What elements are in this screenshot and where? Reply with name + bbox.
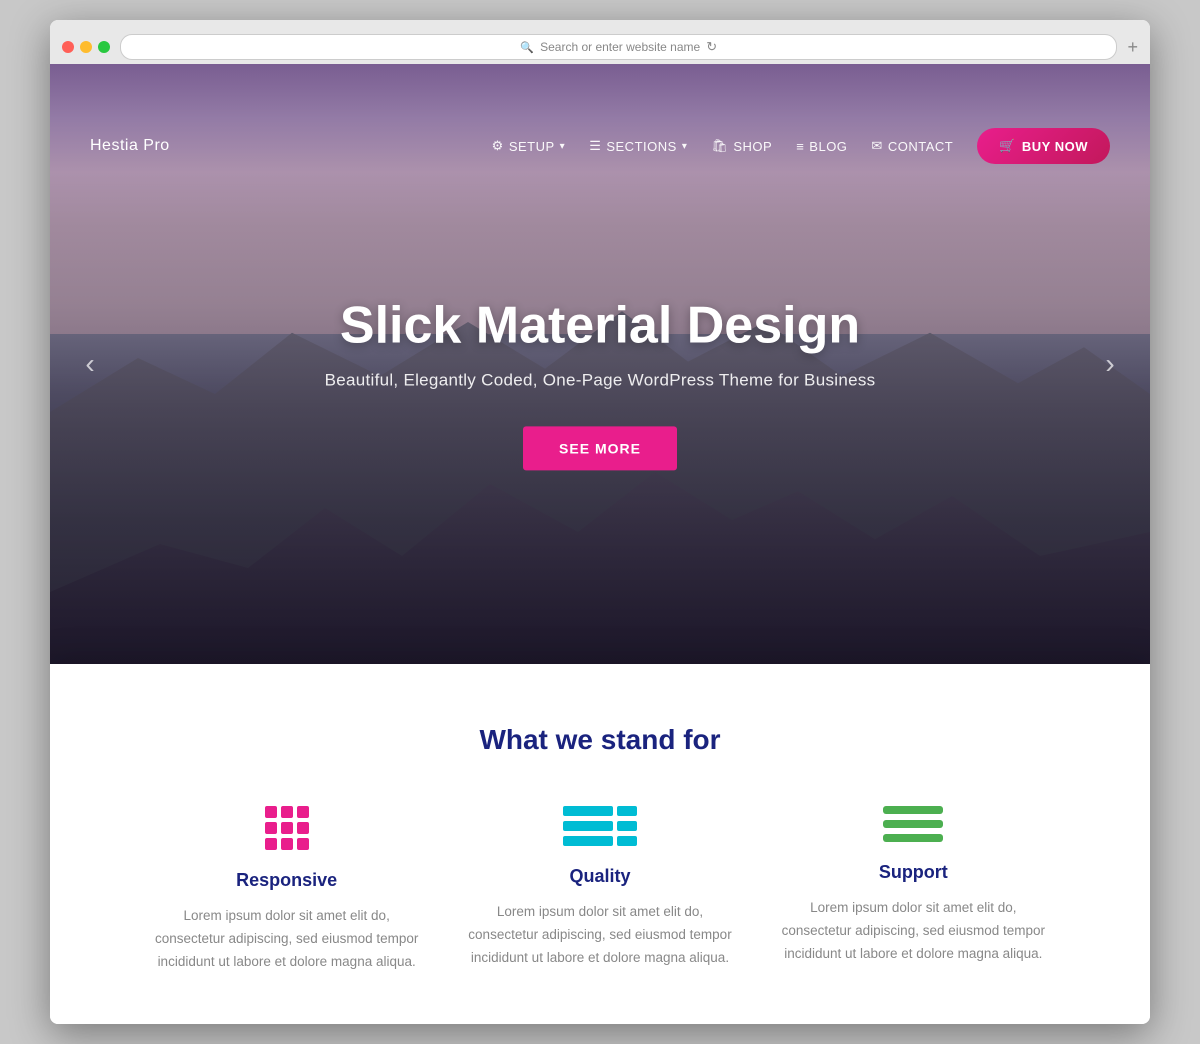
navbar: Hestia Pro ⚙ SETUP ▾ ☰ SECTIONS ▾ 🛍 SHOP — [50, 108, 1150, 184]
buy-now-button[interactable]: 🛒 BUY NOW — [977, 128, 1110, 164]
blog-icon: ≡ — [796, 139, 804, 154]
hero-subtitle: Beautiful, Elegantly Coded, One-Page Wor… — [160, 371, 1040, 391]
lines-icon — [883, 806, 943, 842]
grid-icon — [265, 806, 309, 850]
browser-dots — [62, 41, 110, 53]
buy-now-label: BUY NOW — [1022, 139, 1088, 154]
features-title: What we stand for — [90, 724, 1110, 756]
feature-name-quality: Quality — [463, 866, 736, 887]
sections-icon: ☰ — [589, 138, 601, 154]
nav-label-sections: SECTIONS — [606, 139, 676, 154]
browser-chrome: 🔍 Search or enter website name ↻ + — [50, 20, 1150, 64]
feature-desc-quality: Lorem ipsum dolor sit amet elit do, cons… — [463, 901, 736, 970]
minimize-dot[interactable] — [80, 41, 92, 53]
close-dot[interactable] — [62, 41, 74, 53]
website-content: Hestia Pro ⚙ SETUP ▾ ☰ SECTIONS ▾ 🛍 SHOP — [50, 64, 1150, 1024]
address-bar[interactable]: 🔍 Search or enter website name ↻ — [120, 34, 1117, 60]
quality-icon — [463, 806, 736, 846]
nav-label-contact: CONTACT — [888, 139, 953, 154]
search-icon: 🔍 — [520, 41, 534, 54]
features-section: What we stand for — [50, 664, 1150, 1024]
feature-desc-support: Lorem ipsum dolor sit amet elit do, cons… — [777, 897, 1050, 966]
hero-content: Slick Material Design Beautiful, Elegant… — [160, 297, 1040, 470]
nav-item-setup[interactable]: ⚙ SETUP ▾ — [492, 138, 566, 154]
feature-desc-responsive: Lorem ipsum dolor sit amet elit do, cons… — [150, 905, 423, 974]
url-text: Search or enter website name — [540, 40, 700, 54]
nav-label-blog: BLOG — [809, 139, 847, 154]
new-tab-button[interactable]: + — [1127, 37, 1138, 58]
nav-item-sections[interactable]: ☰ SECTIONS ▾ — [589, 138, 687, 154]
chevron-down-icon: ▾ — [560, 141, 566, 152]
feature-responsive: Responsive Lorem ipsum dolor sit amet el… — [150, 806, 423, 974]
see-more-button[interactable]: SEE MORE — [523, 427, 677, 471]
browser-window: 🔍 Search or enter website name ↻ + Hesti… — [50, 20, 1150, 1024]
cart-icon: 🛒 — [999, 138, 1016, 154]
brand-logo[interactable]: Hestia Pro — [90, 137, 170, 155]
nav-item-contact[interactable]: ✉ CONTACT — [871, 138, 953, 154]
maximize-dot[interactable] — [98, 41, 110, 53]
refresh-icon[interactable]: ↻ — [706, 39, 717, 55]
setup-icon: ⚙ — [492, 138, 504, 154]
contact-icon: ✉ — [871, 138, 882, 154]
shop-icon: 🛍 — [711, 138, 728, 154]
nav-item-blog[interactable]: ≡ BLOG — [796, 139, 847, 154]
feature-name-responsive: Responsive — [150, 870, 423, 891]
prev-slide-button[interactable]: ‹ — [70, 344, 110, 384]
nav-label-setup: SETUP — [509, 139, 555, 154]
features-grid: Responsive Lorem ipsum dolor sit amet el… — [150, 806, 1050, 974]
chevron-down-icon-2: ▾ — [682, 141, 688, 152]
nav-links: ⚙ SETUP ▾ ☰ SECTIONS ▾ 🛍 SHOP ≡ BLOG — [492, 128, 1110, 164]
nav-item-shop[interactable]: 🛍 SHOP — [711, 138, 772, 154]
nav-label-shop: SHOP — [733, 139, 772, 154]
feature-name-support: Support — [777, 862, 1050, 883]
next-slide-button[interactable]: › — [1090, 344, 1130, 384]
hero-title: Slick Material Design — [160, 297, 1040, 354]
table-icon — [563, 806, 637, 846]
responsive-icon — [150, 806, 423, 850]
support-icon — [777, 806, 1050, 842]
feature-quality: Quality Lorem ipsum dolor sit amet elit … — [463, 806, 736, 974]
feature-support: Support Lorem ipsum dolor sit amet elit … — [777, 806, 1050, 974]
